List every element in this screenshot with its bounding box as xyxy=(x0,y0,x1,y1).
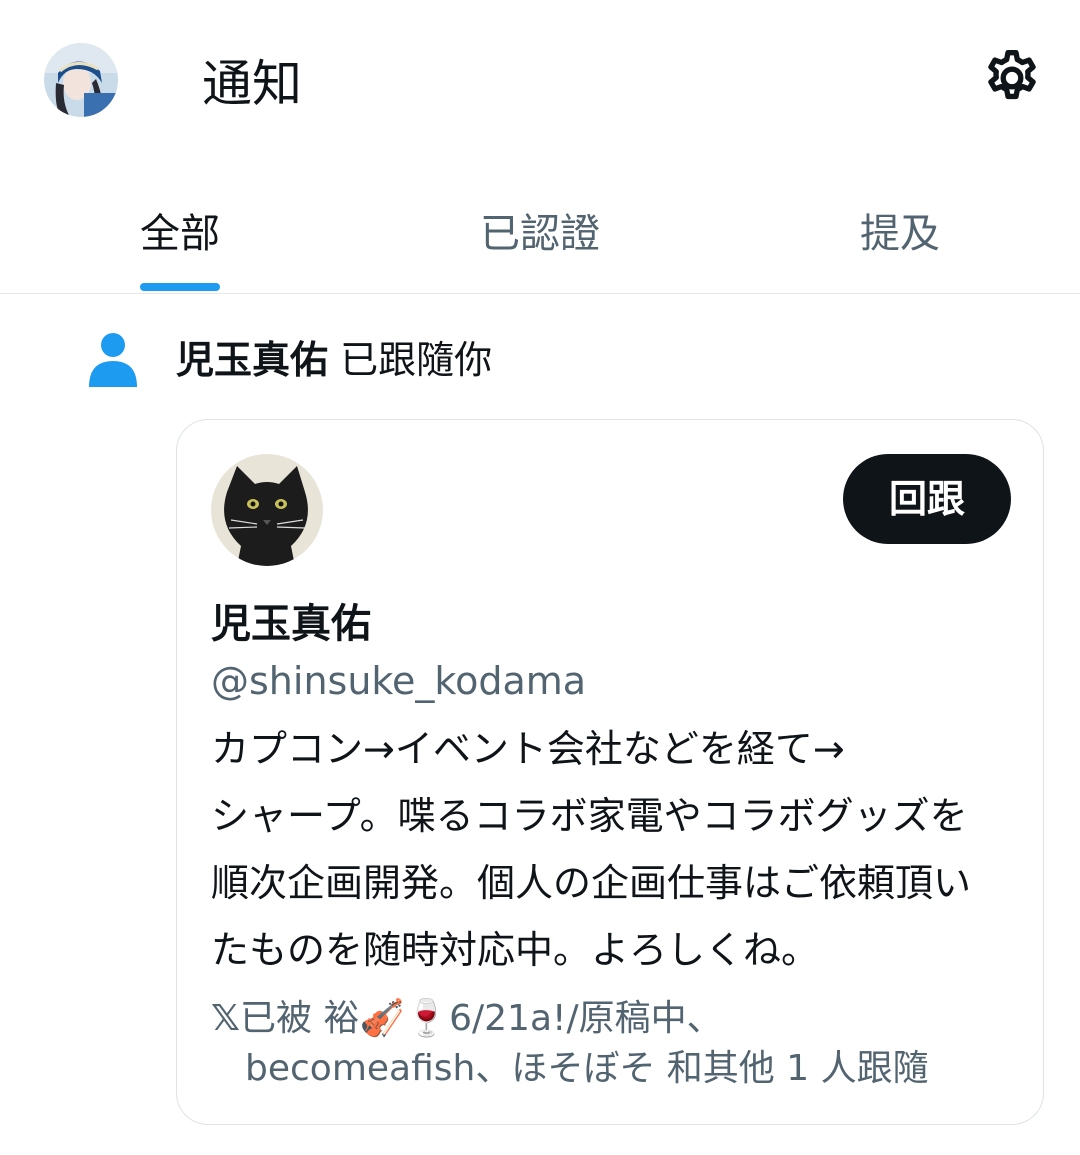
user-card[interactable]: 回跟 児玉真佑 @shinsuke_kodama カプコン→イベント会社などを経… xyxy=(176,419,1044,1125)
notification-action: 已跟隨你 xyxy=(340,338,493,382)
bio-line: たものを随時対応中。よろしくね。 xyxy=(211,928,820,972)
tab-all[interactable]: 全部 xyxy=(120,206,240,266)
page-title: 通知 xyxy=(202,55,302,113)
settings-button[interactable] xyxy=(980,46,1044,110)
bio-line: カプコン→イベント会社などを経て→ xyxy=(211,727,845,771)
user-handle[interactable]: @shinsuke_kodama xyxy=(211,654,586,708)
notification-user-name[interactable]: 児玉真佑 xyxy=(176,338,328,382)
profile-avatar-image xyxy=(44,43,118,117)
x-logo-icon: 𝕏 xyxy=(211,998,241,1039)
user-avatar[interactable] xyxy=(211,454,323,566)
profile-avatar[interactable] xyxy=(44,43,118,117)
gear-icon xyxy=(988,50,1036,100)
active-tab-indicator xyxy=(140,283,220,291)
person-icon xyxy=(86,332,140,388)
followed-by-line2: becomeafish、ほそぼそ 和其他 1 人跟隨 xyxy=(245,1048,929,1089)
follow-back-button[interactable]: 回跟 xyxy=(843,454,1011,544)
header: 通知 xyxy=(0,0,1080,170)
user-display-name[interactable]: 児玉真佑 xyxy=(211,596,371,652)
tab-mentions[interactable]: 提及 xyxy=(840,206,960,266)
tab-bar: 全部 已認證 提及 xyxy=(0,170,1080,294)
user-bio: カプコン→イベント会社などを経て→ シャープ。喋るコラボ家電やコラボグッズを 順… xyxy=(211,716,1021,984)
bio-line: シャープ。喋るコラボ家電やコラボグッズを xyxy=(211,794,968,838)
cat-avatar-image xyxy=(211,454,323,566)
tab-verified[interactable]: 已認證 xyxy=(470,206,610,266)
followed-by-line1: 已被 裕🎻🍷6/21a!/原稿中、 xyxy=(240,998,723,1039)
bio-line: 順次企画開発。個人の企画仕事はご依頼頂い xyxy=(211,861,972,905)
followed-by-info[interactable]: 𝕏已被 裕🎻🍷6/21a!/原稿中、 becomeafish、ほそぼそ 和其他 … xyxy=(211,994,1021,1094)
notification-text[interactable]: 児玉真佑 已跟隨你 xyxy=(176,332,492,388)
